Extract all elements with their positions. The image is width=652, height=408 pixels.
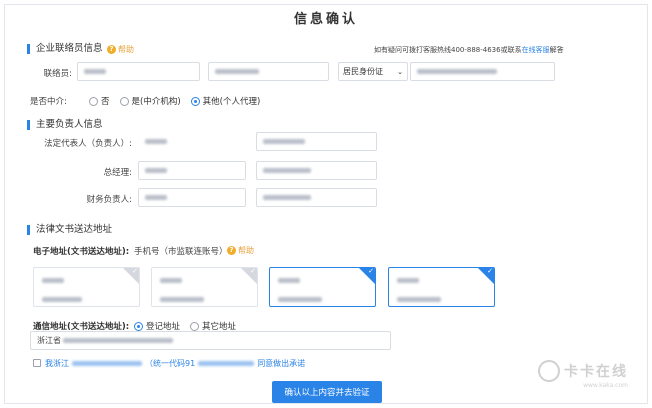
legal-rep-phone-input[interactable] xyxy=(256,132,377,151)
check-icon: ✓ xyxy=(487,267,493,275)
legal-help-link[interactable]: ? 帮助 xyxy=(227,245,254,256)
id-number-input[interactable] xyxy=(410,62,555,81)
finance-head-phone-input[interactable] xyxy=(256,188,377,207)
intermediary-option-agency[interactable]: 是(中介机构) xyxy=(119,95,181,107)
promise-end: 同意做出承诺 xyxy=(257,359,306,368)
postal-address-input[interactable]: 浙江省 xyxy=(30,331,391,350)
general-manager-label: 总经理: xyxy=(103,168,132,178)
watermark: 卡卡在线 www.kaka.com xyxy=(538,360,628,389)
hotline-suffix: 解答 xyxy=(549,46,564,54)
blurred-value xyxy=(263,195,311,200)
id-type-value: 居民身份证 xyxy=(343,67,383,76)
blurred-value xyxy=(145,139,167,144)
radio-dot xyxy=(89,96,98,106)
legal-section-title: 法律文书送达地址 xyxy=(27,225,112,235)
address-value: 浙江省 xyxy=(37,336,61,345)
intermediary-radio-group: 否 是(中介机构) 其他(个人代理) xyxy=(89,95,260,107)
phone-card[interactable]: ✓ xyxy=(151,267,258,307)
page-title: 信息确认 xyxy=(293,12,358,27)
radio-dot-selected xyxy=(134,321,143,331)
blurred-value xyxy=(63,338,173,343)
blurred-value xyxy=(278,278,300,283)
blurred-value xyxy=(160,278,182,283)
blurred-value xyxy=(145,195,167,200)
legal-help-label: 帮助 xyxy=(238,246,254,255)
radio-dot xyxy=(119,96,129,106)
promise-middle: （统一代码91 xyxy=(145,359,196,368)
blurred-value xyxy=(397,278,419,283)
blurred-value xyxy=(397,297,441,302)
question-icon: ? xyxy=(227,246,236,255)
blurred-value xyxy=(263,139,305,144)
id-type-select[interactable]: 居民身份证 ⌄ xyxy=(338,62,408,81)
contact-help-label: 帮助 xyxy=(118,45,134,54)
contact-label: 联络员: xyxy=(43,69,72,79)
intermediary-option-personal[interactable]: 其他(个人代理) xyxy=(190,95,261,107)
blurred-value xyxy=(198,361,255,366)
blurred-value xyxy=(215,69,259,74)
electronic-address-hint: 手机号（市监联连账号） xyxy=(134,247,228,257)
contact-help-link[interactable]: ? 帮助 xyxy=(107,44,134,55)
legal-rep-label: 法定代表人（负责人）: xyxy=(44,139,132,149)
option-label: 其他(个人代理) xyxy=(202,97,261,107)
phone-card-selected[interactable]: ✓ xyxy=(388,267,495,307)
watermark-logo-icon xyxy=(538,360,560,382)
blurred-value xyxy=(42,297,82,302)
hotline-text: 如有疑问可拨打客服热线400-888-4636或联系 xyxy=(374,46,522,54)
radio-dot-selected xyxy=(190,96,200,106)
phone-card-selected[interactable]: ✓ xyxy=(269,267,376,307)
option-label: 否 xyxy=(101,97,110,107)
electronic-address-label: 电子地址(文书送达地址): xyxy=(33,247,130,257)
promise-start: 我浙江 xyxy=(45,359,69,368)
finance-head-name-input[interactable] xyxy=(138,188,246,207)
blurred-value xyxy=(72,361,142,366)
blurred-value xyxy=(263,168,311,173)
question-icon: ? xyxy=(107,45,116,54)
blurred-value xyxy=(417,69,497,74)
check-icon: ✓ xyxy=(132,267,138,275)
blurred-value xyxy=(160,297,204,302)
watermark-text: 卡卡在线 xyxy=(564,364,628,380)
promise-checkbox[interactable] xyxy=(33,359,41,367)
principal-section-title: 主要负责人信息 xyxy=(27,120,103,130)
check-icon: ✓ xyxy=(250,267,256,275)
check-icon: ✓ xyxy=(368,267,374,275)
blurred-value xyxy=(42,278,64,283)
option-label: 是(中介机构) xyxy=(131,97,181,107)
blurred-value xyxy=(278,297,322,302)
blurred-value xyxy=(84,69,106,74)
promise-text[interactable]: 我浙江 （统一代码91 同意做出承诺 xyxy=(45,358,305,369)
intermediary-option-no[interactable]: 否 xyxy=(89,95,110,107)
contact-name-input[interactable] xyxy=(77,62,200,81)
legal-rep-name xyxy=(138,132,246,151)
watermark-url: www.kaka.com xyxy=(583,382,628,389)
radio-dot xyxy=(190,321,200,331)
blurred-value xyxy=(145,168,167,173)
finance-head-label: 财务负责人: xyxy=(86,195,132,205)
hotline-notice: 如有疑问可拨打客服热线400-888-4636或联系在线客服解答 xyxy=(374,45,564,55)
contact-section-title: 企业联络员信息 xyxy=(27,44,103,54)
contact-phone-input[interactable] xyxy=(208,62,329,81)
general-manager-name-input[interactable] xyxy=(138,161,246,180)
intermediary-label: 是否中介: xyxy=(30,97,67,107)
general-manager-phone-input[interactable] xyxy=(256,161,377,180)
confirm-submit-button[interactable]: 确认以上内容并去验证 xyxy=(272,381,382,403)
chevron-down-icon: ⌄ xyxy=(397,67,403,76)
online-service-link[interactable]: 在线客服 xyxy=(522,46,550,54)
phone-card[interactable]: ✓ xyxy=(33,267,140,307)
